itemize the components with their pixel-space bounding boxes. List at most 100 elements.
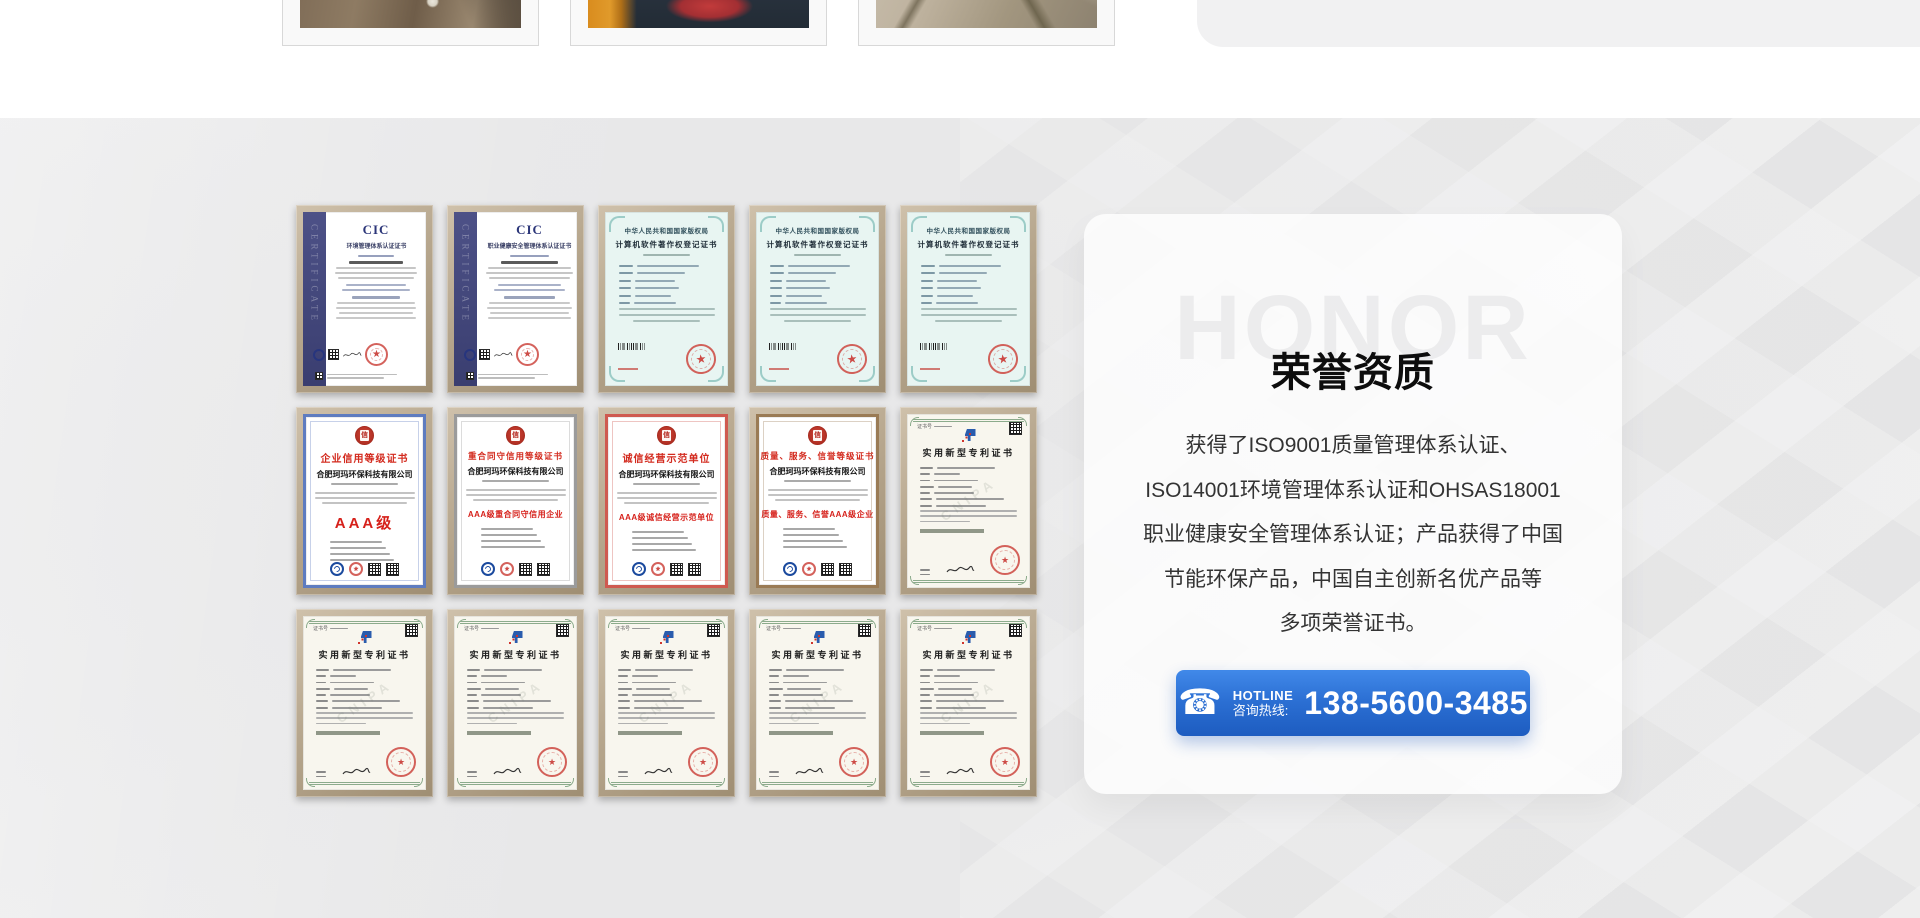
issuing-authority: 中华人民共和国国家版权局 <box>917 225 1020 235</box>
text-line <box>920 675 930 677</box>
text-line <box>504 296 554 299</box>
text-line <box>788 265 850 267</box>
cert-software-copyright-2[interactable]: 中华人民共和国国家版权局计算机软件著作权登记证书★ <box>749 205 886 393</box>
cert-software-copyright-3[interactable]: 中华人民共和国国家版权局计算机软件著作权登记证书★ <box>900 205 1037 393</box>
hotline-button[interactable]: ☎ HOTLINE 咨询热线: 138-5600-3485 <box>1176 670 1530 736</box>
certificate-paper: 信质量、服务、信誉等级证书合肥珂玛环保科技有限公司质量、服务、信誉AAA级企业★ <box>756 414 879 588</box>
text-line <box>939 265 1001 267</box>
page: CERTIFICATECIC环境管理体系认证证书★CERTIFICATECIC职… <box>0 0 1920 918</box>
cert-utility-patent-6[interactable]: CNIPA证书号实用新型专利证书申长雨★ <box>900 609 1037 797</box>
text-line <box>768 494 868 496</box>
text-line <box>937 295 973 297</box>
previous-section-strip <box>0 0 1920 118</box>
cert-cic-occupational-health[interactable]: CERTIFICATECIC职业健康安全管理体系认证证书★ <box>447 205 584 393</box>
text-line <box>481 628 499 630</box>
text-line <box>770 272 784 274</box>
text-line <box>316 700 328 702</box>
text-line <box>316 707 328 709</box>
inner-border <box>763 421 872 581</box>
corner-vine-icon <box>565 778 574 787</box>
cert-utility-patent-5[interactable]: CNIPA证书号实用新型专利证书申长雨★ <box>749 609 886 797</box>
cnipa-logo-dots <box>358 642 361 645</box>
seal-character: 信 <box>813 430 822 441</box>
text-line <box>920 569 930 571</box>
cert-cic-environment[interactable]: CERTIFICATECIC环境管理体系认证证书★ <box>296 205 433 393</box>
text-line <box>316 688 330 690</box>
text-line <box>786 295 822 297</box>
text-line <box>330 553 390 555</box>
cert-integrity-model-unit[interactable]: 信诚信经营示范单位合肥珂玛环保科技有限公司AAA级诚信经营示范单位★ <box>598 407 735 595</box>
cert-utility-patent-2[interactable]: CNIPA证书号实用新型专利证书申长雨★ <box>296 609 433 797</box>
cert-quality-service-reputation[interactable]: 信质量、服务、信誉等级证书合肥珂玛环保科技有限公司质量、服务、信誉AAA级企业★ <box>749 407 886 595</box>
cnipa-logo <box>962 429 976 442</box>
text-line <box>783 528 835 530</box>
certificate-paper: CERTIFICATECIC职业健康安全管理体系认证证书★ <box>454 212 577 386</box>
gallery-photo-card-3[interactable] <box>858 0 1115 46</box>
text-line <box>316 776 326 778</box>
cert-software-copyright-1[interactable]: 中华人民共和国国家版权局计算机软件著作权登记证书★ <box>598 205 735 393</box>
text-line <box>618 675 628 677</box>
green-ornament <box>913 621 1024 624</box>
certificate-footer: 申长雨★ <box>467 747 567 777</box>
text-line <box>783 540 843 542</box>
cnipa-logo-shape <box>512 631 523 643</box>
text-line <box>920 486 934 488</box>
text-line <box>346 284 406 286</box>
honor-description: 获得了ISO9001质量管理体系认证、 ISO14001环境管理体系认证和OHS… <box>1114 424 1592 647</box>
gallery-photo-card-2[interactable] <box>570 0 827 46</box>
cert-utility-patent-4[interactable]: CNIPA证书号实用新型专利证书申长雨★ <box>598 609 735 797</box>
barcode-icon <box>618 343 645 350</box>
certificate-number-line <box>920 368 940 370</box>
corner-vine-icon <box>414 778 423 787</box>
text-line <box>632 682 676 684</box>
info-rows <box>770 265 865 305</box>
info-row <box>921 265 1016 267</box>
section-title: 荣誉资质 <box>1084 340 1622 398</box>
certificate-title: 职业健康安全管理体系认证证书 <box>488 240 572 249</box>
text-line <box>330 559 394 561</box>
text-line <box>934 682 978 684</box>
text-line <box>510 255 548 257</box>
text-line <box>921 272 935 274</box>
cnipa-seal-icon: ★ <box>386 747 416 777</box>
corner-flourish-icon <box>911 216 927 232</box>
text-line <box>920 694 930 696</box>
signature-icon <box>342 350 362 360</box>
certificate-title: 实用新型专利证书 <box>756 648 879 661</box>
cert-utility-patent-1[interactable]: CNIPA证书号实用新型专利证书申长雨★ <box>900 407 1037 595</box>
text-line <box>498 284 562 286</box>
text-line <box>618 712 715 714</box>
corner-vine-icon <box>1018 778 1027 787</box>
company-name: 合肥珂玛环保科技有限公司 <box>457 466 574 477</box>
cnipa-seal-icon: ★ <box>688 747 718 777</box>
text-line <box>489 277 569 279</box>
text-line <box>331 483 399 485</box>
certificate-paper: CNIPA证书号实用新型专利证书申长雨★ <box>605 616 728 790</box>
red-star-seal-icon: ★ <box>349 562 363 576</box>
info-row <box>921 280 1016 282</box>
text-line <box>327 374 397 376</box>
corner-vine-icon <box>1018 576 1027 585</box>
info-row <box>921 272 1016 274</box>
certificate-paper: 中华人民共和国国家版权局计算机软件著作权登记证书★ <box>907 212 1030 386</box>
text-line <box>488 267 572 269</box>
info-row <box>316 688 413 690</box>
text-line <box>786 669 844 671</box>
hotline-labels: HOTLINE 咨询热线: <box>1233 688 1294 718</box>
qr-code-icon <box>556 624 569 637</box>
certificate-footer: 申长雨★ <box>316 747 416 777</box>
text-line <box>336 307 417 309</box>
text-line <box>624 502 708 504</box>
director-signature-icon: 申长雨 <box>944 767 976 777</box>
certificate-paper: 中华人民共和国国家版权局计算机软件著作权登记证书★ <box>605 212 728 386</box>
cnipa-logo-shape <box>814 631 825 643</box>
certificate-footer: ★ <box>608 562 725 576</box>
certificate-footer: 申长雨★ <box>618 747 718 777</box>
gallery-photo-card-1[interactable] <box>282 0 539 46</box>
cert-utility-patent-3[interactable]: CNIPA证书号实用新型专利证书申长雨★ <box>447 609 584 797</box>
text-line <box>333 669 391 671</box>
cert-enterprise-credit-rating[interactable]: 信企业信用等级证书合肥珂玛环保科技有限公司AAA级★ <box>296 407 433 595</box>
cert-contract-credit[interactable]: 信重合同守信用等级证书合肥珂玛环保科技有限公司AAA级重合同守信用企业★ <box>447 407 584 595</box>
dark-bar <box>618 731 682 735</box>
info-row <box>618 688 715 690</box>
